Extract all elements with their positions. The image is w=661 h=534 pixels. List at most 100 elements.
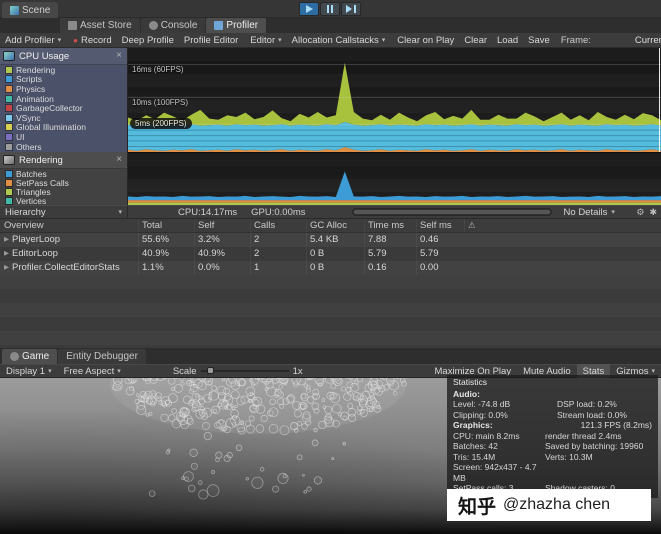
stats-overlay: Statistics Audio: Level: -74.8 dB DSP loa… xyxy=(447,375,658,498)
profiler-toolbar: Add Profiler ▾ ● Record Deep Profile Pro… xyxy=(0,33,661,48)
legend-item-animation[interactable]: Animation xyxy=(0,94,127,104)
column-header-self[interactable]: Self xyxy=(194,219,250,233)
row-value-cell: 0.00 xyxy=(416,261,464,275)
row-name-cell: ▶ Profiler.CollectEditorStats xyxy=(0,261,138,275)
expand-arrow-icon[interactable]: ▶ xyxy=(4,250,9,257)
game-viewport[interactable]: Statistics Audio: Level: -74.8 dB DSP loa… xyxy=(0,375,661,534)
pane-tab-bar: Asset Store Console Profiler xyxy=(0,18,661,33)
aspect-dropdown[interactable]: Free Aspect ▾ xyxy=(58,364,127,378)
legend-label: Global Illumination xyxy=(16,122,86,133)
row-value-cell: 0.16 xyxy=(364,261,416,275)
watermark: 知乎 @zhazha chen xyxy=(447,489,651,521)
stats-line: CPU: main 8.2ms render thread 2.4ms xyxy=(453,430,622,441)
tab-game[interactable]: Game xyxy=(2,349,58,364)
legend-item-rendering[interactable]: Rendering xyxy=(0,65,127,75)
scrollbar-thumb[interactable] xyxy=(353,210,550,214)
rendering-chart[interactable] xyxy=(128,152,661,205)
legend-label: Others xyxy=(16,141,42,152)
frame-time-summary: CPU:14.17ms GPU:0.00ms xyxy=(178,207,306,218)
rendering-icon xyxy=(3,155,15,165)
save-button[interactable]: Save xyxy=(523,33,555,48)
legend-item-physics[interactable]: Physics xyxy=(0,84,127,94)
pause-button[interactable] xyxy=(320,2,340,16)
legend-item-ui[interactable]: UI xyxy=(0,132,127,142)
close-icon[interactable]: × xyxy=(114,155,124,165)
cpu-usage-icon xyxy=(3,51,15,61)
legend-item-vertices[interactable]: Vertices xyxy=(0,196,127,206)
row-value-cell: 5.79 xyxy=(364,247,416,261)
details-dropdown[interactable]: No Details ▾ xyxy=(564,207,615,218)
legend-item-vsync[interactable]: VSync xyxy=(0,113,127,123)
profile-editor-toggle[interactable]: Profile Editor xyxy=(179,33,243,48)
gear-icon[interactable]: ⚙ xyxy=(636,207,644,218)
legend-label: VSync xyxy=(16,112,41,123)
legend-item-garbagecollector[interactable]: GarbageCollector xyxy=(0,103,127,113)
rendering-module[interactable]: Rendering × Batches SetPass Calls Triangle… xyxy=(0,152,127,206)
row-name: EditorLoop xyxy=(12,248,58,259)
close-icon[interactable]: × xyxy=(114,51,124,61)
expand-arrow-icon[interactable]: ▶ xyxy=(4,264,9,271)
column-header-calls[interactable]: Calls xyxy=(250,219,306,233)
tab-entity-debugger[interactable]: Entity Debugger xyxy=(58,349,146,364)
record-toggle[interactable]: ● Record xyxy=(68,33,116,48)
star-icon[interactable]: ✱ xyxy=(649,207,657,218)
table-row[interactable]: ▶ EditorLoop 40.9% 40.9% 2 0 B 5.79 5.79 xyxy=(0,247,661,261)
tab-console[interactable]: Console xyxy=(140,18,206,33)
tab-asset-store[interactable]: Asset Store xyxy=(60,18,140,33)
legend-color-chip xyxy=(6,95,12,102)
editor-dropdown[interactable]: Editor ▾ xyxy=(245,33,286,48)
warning-icon[interactable]: ⚠ xyxy=(464,219,661,233)
legend-item-scripts[interactable]: Scripts xyxy=(0,74,127,84)
scale-slider[interactable] xyxy=(200,367,289,374)
allocation-callstacks-dropdown[interactable]: Allocation Callstacks ▾ xyxy=(287,33,391,48)
rendering-module-header[interactable]: Rendering × xyxy=(0,152,127,169)
cpu-usage-chart-canvas[interactable] xyxy=(128,48,661,152)
load-button[interactable]: Load xyxy=(492,33,523,48)
display-dropdown[interactable]: Display 1 ▾ xyxy=(0,364,58,378)
stats-line: Tris: 15.4M Verts: 10.3M xyxy=(453,451,593,462)
legend-item-global-illumination[interactable]: Global Illumination xyxy=(0,122,127,133)
tab-scene[interactable]: Scene xyxy=(2,2,59,18)
tab-profiler[interactable]: Profiler xyxy=(206,18,267,33)
play-button[interactable] xyxy=(299,2,319,16)
row-value-cell: 5.4 KB xyxy=(306,233,364,247)
column-header-total[interactable]: Total xyxy=(138,219,194,233)
table-row[interactable]: ▶ Profiler.CollectEditorStats 1.1% 0.0% 1 0 B… xyxy=(0,261,661,275)
stats-line: Clipping: 0.0% Stream load: 0.0% xyxy=(453,409,627,420)
legend-color-chip xyxy=(6,170,12,177)
game-pane: Game Entity Debugger Display 1 ▾ Free As… xyxy=(0,348,661,534)
step-button[interactable] xyxy=(341,2,361,16)
row-value-cell: 0 B xyxy=(306,261,364,275)
column-header-self-ms[interactable]: Self ms xyxy=(416,219,464,233)
expand-arrow-icon[interactable]: ▶ xyxy=(4,236,9,243)
legend-color-chip xyxy=(6,133,12,140)
cpu-usage-module-header[interactable]: CPU Usage × xyxy=(0,48,127,65)
legend-item-others[interactable]: Others xyxy=(0,142,127,152)
audio-stats: Level: -74.8 dB DSP load: 0.2% Clipping: 0… xyxy=(453,399,652,420)
column-header-gc-alloc[interactable]: GC Alloc xyxy=(306,219,364,233)
profiler-body: CPU Usage × Rendering Scripts Physics Anima… xyxy=(0,48,661,206)
table-row[interactable]: ▶ PlayerLoop 55.6% 3.2% 2 5.4 KB 7.88 0.46 xyxy=(0,233,661,247)
module-title: CPU Usage xyxy=(19,50,70,62)
table-empty-area xyxy=(0,275,661,348)
frame-scrollbar[interactable] xyxy=(351,208,552,216)
row-value-cell: 55.6% xyxy=(138,233,194,247)
legend-label: Physics xyxy=(16,83,46,94)
clear-button[interactable]: Clear xyxy=(459,33,492,48)
fps-value: 121.3 FPS (8.2ms) xyxy=(580,420,652,430)
chevron-down-icon: ▾ xyxy=(48,368,52,375)
row-name-cell: ▶ EditorLoop xyxy=(0,247,138,261)
column-header-overview[interactable]: Overview xyxy=(0,219,138,233)
chevron-down-icon: ▾ xyxy=(381,37,386,44)
column-header-time-ms[interactable]: Time ms xyxy=(364,219,416,233)
clear-on-play-toggle[interactable]: Clear on Play xyxy=(392,33,459,48)
rendering-chart-canvas[interactable] xyxy=(128,153,661,205)
slider-thumb[interactable] xyxy=(206,367,214,374)
deep-profile-toggle[interactable]: Deep Profile xyxy=(117,33,179,48)
graphics-section-header: Graphics: 121.3 FPS (8.2ms) xyxy=(453,420,652,430)
scale-control: Scale 1x xyxy=(173,366,303,377)
add-profiler-dropdown[interactable]: Add Profiler ▾ xyxy=(0,33,66,48)
cpu-usage-module[interactable]: CPU Usage × Rendering Scripts Physics Anima… xyxy=(0,48,127,152)
cpu-usage-chart[interactable]: 16ms (60FPS) 10ms (100FPS) 5ms (200FPS) xyxy=(128,48,661,152)
hierarchy-dropdown[interactable]: Hierarchy ▾ xyxy=(0,206,128,218)
